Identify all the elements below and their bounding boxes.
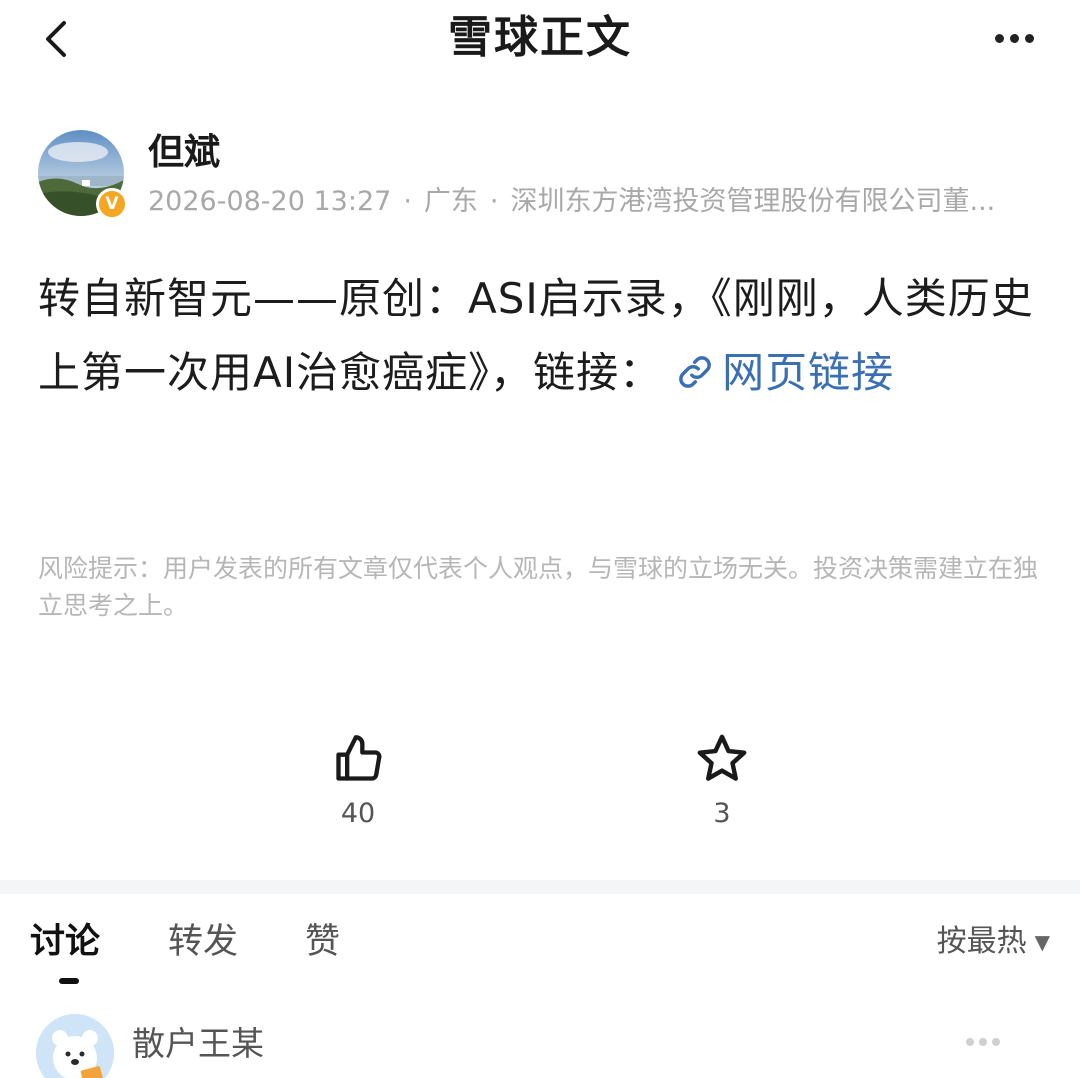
more-options-button[interactable] [984, 18, 1044, 58]
meta-separator: · [489, 186, 499, 217]
favorite-button[interactable]: 3 [662, 728, 782, 832]
back-arrow-icon [46, 21, 66, 57]
web-link[interactable]: 网页链接 [662, 348, 894, 397]
more-icon [966, 1038, 974, 1046]
post-region: 广东 [423, 186, 478, 217]
back-button[interactable] [30, 12, 80, 66]
sort-dropdown[interactable]: 按最热 ▼ [937, 920, 1050, 964]
like-button[interactable]: 40 [298, 728, 418, 832]
comment-item: 散户王某 [0, 1008, 1080, 1078]
post-datetime: 2026-08-20 13:27 [148, 186, 392, 217]
thumbs-up-icon [336, 735, 382, 781]
risk-notice: 风险提示：用户发表的所有文章仅代表个人观点，与雪球的立场无关。投资决策需建立在独… [38, 554, 1039, 620]
tab-discuss[interactable]: 讨论 [30, 914, 100, 970]
star-icon [697, 734, 747, 781]
tab-like[interactable]: 赞 [305, 914, 340, 970]
author-name[interactable]: 但斌 [148, 130, 220, 176]
chevron-down-icon: ▼ [1034, 930, 1050, 954]
top-bar: 雪球正文 [0, 0, 1080, 78]
more-icon [994, 33, 1004, 43]
tab-repost[interactable]: 转发 [168, 914, 238, 970]
like-count: 40 [340, 798, 376, 829]
commenter-avatar[interactable] [36, 1014, 114, 1078]
page-title: 雪球正文 [448, 12, 632, 63]
post-body: 转自新智元——原创：ASI启示录，《刚刚，人类历史上第一次用AI治愈癌症》，链接… [38, 262, 1048, 410]
author-title: 深圳东方港湾投资管理股份有限公司董... [510, 186, 996, 217]
comment-tabs: 讨论 转发 赞 按最热 ▼ [0, 914, 1080, 984]
meta-separator: · [403, 186, 412, 217]
author-info: V 但斌 2026-08-20 13:27 · 广东 · 深圳东方港湾投资管理股份有限公… [38, 126, 1048, 222]
commenter-avatar-image [36, 1014, 114, 1078]
section-divider [0, 880, 1080, 894]
comment-more-button[interactable] [966, 1038, 1000, 1046]
author-meta: 2026-08-20 13:27 · 广东 · 深圳东方港湾投资管理股份有限公司董... [148, 184, 1048, 220]
favorite-count: 3 [713, 798, 731, 829]
active-tab-indicator [59, 978, 79, 984]
link-icon [679, 356, 711, 388]
verified-badge: V [96, 188, 128, 220]
sort-label: 按最热 [936, 924, 1027, 959]
commenter-name[interactable]: 散户王某 [132, 1022, 264, 1066]
web-link-label: 网页链接 [722, 348, 895, 397]
